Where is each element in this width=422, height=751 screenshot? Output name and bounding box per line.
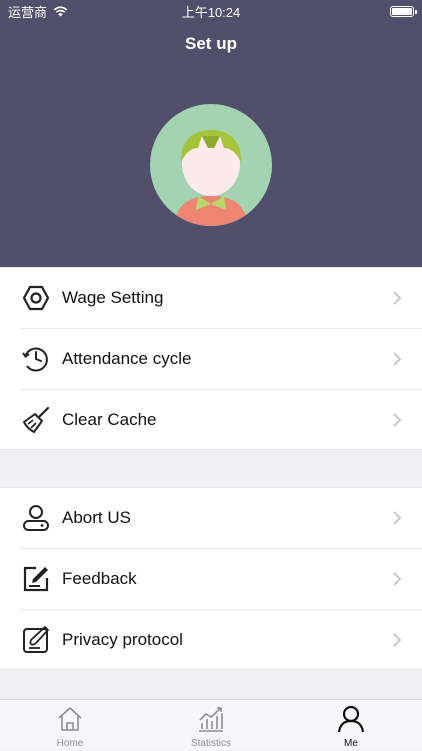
hexagon-nut-icon [22,285,50,311]
tab-statistics[interactable]: Statistics [171,700,251,751]
profile-header [0,66,422,267]
wifi-icon [53,6,68,16]
carrier-label: 运营商 [8,4,48,20]
row-label: Clear Cache [62,409,157,429]
statistics-icon [199,707,223,732]
pen-document-icon [23,626,49,653]
edit-icon [23,566,49,592]
row-wage-setting[interactable]: Wage Setting [0,267,422,328]
row-label: Wage Setting [62,287,164,307]
broom-icon [23,406,50,433]
row-label: Abort US [62,507,131,527]
row-feedback[interactable]: Feedback [0,548,422,609]
tab-label: Statistics [190,738,231,749]
tab-label: Me [344,738,358,749]
settings-group-2: Abort US Feedback Privacy protocol [0,487,422,670]
row-label: Attendance cycle [62,348,192,368]
tab-me[interactable]: Me [311,700,391,751]
status-bar: 运营商 上午10:24 [0,0,422,22]
row-label: Privacy protocol [62,629,183,649]
tab-label: Home [56,738,84,749]
tab-home[interactable]: Home [30,700,110,751]
chevron-right-icon [393,291,402,305]
status-left: 运营商 [8,2,68,21]
row-label: Feedback [62,568,137,588]
clock-cycle-icon [22,347,48,372]
chevron-right-icon [393,413,402,427]
chevron-right-icon [393,511,402,525]
navigation-bar: Set up [0,22,422,67]
row-clear-cache[interactable]: Clear Cache [0,389,422,450]
user-icon [23,505,49,531]
chevron-right-icon [393,633,402,647]
home-icon [58,707,82,731]
row-about-us[interactable]: Abort US [0,487,422,548]
settings-group-1: Wage Setting Attendance cycle Clear Cach… [0,267,422,450]
chevron-right-icon [393,572,402,586]
chevron-right-icon [393,352,402,366]
person-icon [337,705,365,733]
row-privacy-protocol[interactable]: Privacy protocol [0,609,422,670]
page-title: Set up [185,34,237,53]
row-attendance-cycle[interactable]: Attendance cycle [0,328,422,389]
tab-bar: Home Statistics Me [0,699,422,750]
battery-icon [390,5,417,17]
avatar[interactable] [150,104,272,226]
